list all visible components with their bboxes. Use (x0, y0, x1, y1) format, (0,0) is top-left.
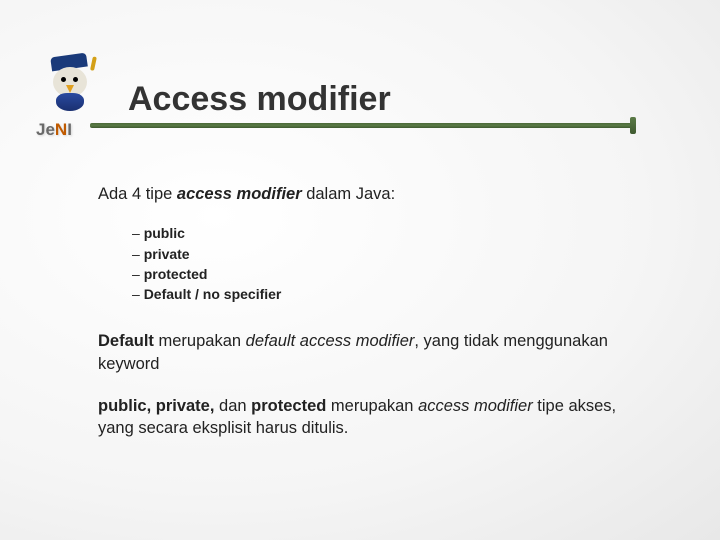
p1-italic: default access modifier (246, 332, 415, 350)
p1-bold: Default (98, 332, 154, 350)
intro-pre: Ada 4 tipe (98, 185, 177, 203)
p2-italic: access modifier (418, 397, 533, 415)
list-item: private (132, 244, 640, 264)
list-item: public (132, 223, 640, 243)
list-item: Default / no specifier (132, 284, 640, 304)
p2-t2: merupakan (326, 397, 418, 415)
slide: JeNI Access modifier Ada 4 tipe access m… (0, 0, 720, 540)
list-item: protected (132, 264, 640, 284)
brand-text: JeNI (36, 120, 72, 140)
p1-t1: merupakan (154, 332, 246, 350)
logo-area (35, 55, 115, 155)
paragraph-default: Default merupakan default access modifie… (98, 330, 640, 375)
brand-suffix: I (67, 120, 72, 139)
p2-t1: dan (219, 397, 251, 415)
intro-em: access modifier (177, 185, 302, 203)
title-underline (86, 123, 660, 131)
slide-title: Access modifier (128, 80, 660, 119)
slide-content: Ada 4 tipe access modifier dalam Java: p… (98, 183, 640, 440)
modifier-list: public private protected Default / no sp… (132, 223, 640, 304)
p2-bold2: protected (251, 397, 326, 415)
brand-accent: N (55, 120, 67, 139)
paragraph-explicit: public, private, dan protected merupakan… (98, 395, 640, 440)
intro-post: dalam Java: (302, 185, 396, 203)
intro-text: Ada 4 tipe access modifier dalam Java: (98, 183, 640, 205)
mascot-icon (45, 55, 95, 115)
brand-prefix: Je (36, 120, 55, 139)
p2-bold1: public, private, (98, 397, 219, 415)
